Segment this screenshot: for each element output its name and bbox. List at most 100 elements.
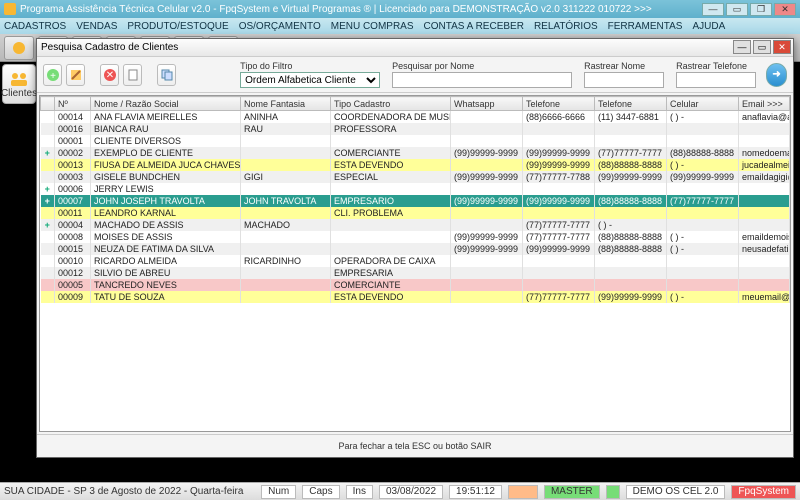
cell: meuemail@email.com.br (739, 291, 790, 303)
dialog-footer: Para fechar a tela ESC ou botão SAIR (37, 434, 793, 457)
cell: ESPECIAL (331, 171, 451, 183)
track-name-label: Rastrear Nome (584, 61, 664, 71)
cell (331, 183, 451, 195)
table-row[interactable]: 00014ANA FLAVIA MEIRELLESANINHACOORDENAD… (41, 111, 790, 123)
cell: (99)99999-9999 (595, 291, 667, 303)
column-header[interactable]: Telefone (523, 97, 595, 111)
cell: GISELE BUNDCHEN (91, 171, 241, 183)
column-header[interactable]: Celular (667, 97, 739, 111)
cell: (99)99999-9999 (451, 147, 523, 159)
table-row[interactable]: +00007JOHN JOSEPH TRAVOLTAJOHN TRAVOLTAE… (41, 195, 790, 207)
menu-item[interactable]: MENU COMPRAS (331, 21, 414, 32)
window-title: Programa Assistência Técnica Celular v2.… (20, 4, 652, 15)
cell (41, 135, 55, 147)
cell: + (41, 219, 55, 231)
cell: (11) 3447-6881 (595, 111, 667, 123)
cell (739, 255, 790, 267)
maximize-button[interactable]: ▭ (726, 3, 748, 16)
column-header[interactable]: Telefone (595, 97, 667, 111)
cell (241, 231, 331, 243)
table-row[interactable]: 00001CLIENTE DIVERSOS (41, 135, 790, 147)
column-header[interactable] (41, 97, 55, 111)
minimize-button[interactable]: — (702, 3, 724, 16)
search-input[interactable] (392, 72, 572, 88)
table-row[interactable]: 00016BIANCA RAURAUPROFESSORA (41, 123, 790, 135)
cell (523, 207, 595, 219)
svg-text:✕: ✕ (105, 70, 113, 81)
toolbar-button-1[interactable] (4, 36, 34, 60)
table-row[interactable]: 00015NEUZA DE FATIMA DA SILVA(99)99999-9… (41, 243, 790, 255)
track-phone-input[interactable] (676, 72, 756, 88)
cell (739, 195, 790, 207)
status-date: 03/08/2022 (379, 485, 443, 499)
cell (451, 279, 523, 291)
dialog-maximize-button[interactable]: ▭ (753, 40, 771, 54)
cell: (99)99999-9999 (451, 195, 523, 207)
column-header[interactable]: Nome / Razão Social (91, 97, 241, 111)
menu-item[interactable]: AJUDA (692, 21, 725, 32)
table-row[interactable]: 00013FIUSA DE ALMEIDA JUCA CHAVESESTA DE… (41, 159, 790, 171)
close-button[interactable]: ✕ (774, 3, 796, 16)
dialog-titlebar: Pesquisa Cadastro de Clientes — ▭ ✕ (37, 39, 793, 57)
menu-item[interactable]: OS/ORÇAMENTO (239, 21, 321, 32)
restore-button[interactable]: ❐ (750, 3, 772, 16)
table-row[interactable]: 00008MOISES DE ASSIS(99)99999-9999(77)77… (41, 231, 790, 243)
menu-item[interactable]: CADASTROS (4, 21, 66, 32)
statusbar: SUA CIDADE - SP 3 de Agosto de 2022 - Qu… (0, 482, 800, 500)
column-header[interactable]: Nº (55, 97, 91, 111)
edit-button[interactable] (66, 64, 85, 86)
cell (739, 207, 790, 219)
cell: 00004 (55, 219, 91, 231)
table-row[interactable]: 00010RICARDO ALMEIDARICARDINHOOPERADORA … (41, 255, 790, 267)
cell: RAU (241, 123, 331, 135)
cell (41, 159, 55, 171)
cell: jucadealmeida@jucadealmeida.com.br (739, 159, 790, 171)
cell (667, 183, 739, 195)
go-button[interactable]: ➜ (766, 63, 787, 87)
cell: (88)88888-8888 (595, 159, 667, 171)
menu-item[interactable]: FERRAMENTAS (608, 21, 683, 32)
cell: 00013 (55, 159, 91, 171)
track-name-input[interactable] (584, 72, 664, 88)
table-row[interactable]: 00009TATU DE SOUZAESTA DEVENDO(77)77777-… (41, 291, 790, 303)
cell: ( ) - (667, 159, 739, 171)
table-row[interactable]: +00006JERRY LEWIS (41, 183, 790, 195)
menu-item[interactable]: VENDAS (76, 21, 117, 32)
menu-item[interactable]: RELATÓRIOS (534, 21, 598, 32)
add-button[interactable]: + (43, 64, 62, 86)
cell: CLI. PROBLEMA (331, 207, 451, 219)
column-header[interactable]: Nome Fantasia (241, 97, 331, 111)
document-button[interactable] (123, 64, 142, 86)
filter-select[interactable]: Ordem Alfabetica Cliente (240, 72, 380, 88)
table-row[interactable]: 00012SILVIO DE ABREUEMPRESARIA (41, 267, 790, 279)
table-row[interactable]: 00011LEANDRO KARNALCLI. PROBLEMA (41, 207, 790, 219)
cell: (88)88888-8888 (595, 243, 667, 255)
cell (241, 279, 331, 291)
cell: BIANCA RAU (91, 123, 241, 135)
table-row[interactable]: +00002EXEMPLO DE CLIENTECOMERCIANTE(99)9… (41, 147, 790, 159)
cell (451, 159, 523, 171)
dialog-toolbar: + ✕ Tipo do Filtro Ordem Alfabetica Clie… (37, 57, 793, 93)
column-header[interactable]: Whatsapp (451, 97, 523, 111)
cell: (77)77777-7777 (667, 195, 739, 207)
cell (451, 267, 523, 279)
table-row[interactable]: 00003GISELE BUNDCHENGIGIESPECIAL(99)9999… (41, 171, 790, 183)
sidebar-tab-clientes[interactable]: Clientes (2, 64, 36, 104)
cell (523, 183, 595, 195)
table-row[interactable]: +00004MACHADO DE ASSISMACHADO(77)77777-7… (41, 219, 790, 231)
dialog-close-button[interactable]: ✕ (773, 40, 791, 54)
column-header[interactable]: Email >>> (739, 97, 790, 111)
delete-button[interactable]: ✕ (100, 64, 119, 86)
cell (451, 183, 523, 195)
menu-item[interactable]: CONTAS A RECEBER (424, 21, 524, 32)
copy-button[interactable] (157, 64, 176, 86)
column-header[interactable]: Tipo Cadastro (331, 97, 451, 111)
cell: 00012 (55, 267, 91, 279)
menu-item[interactable]: PRODUTO/ESTOQUE (127, 21, 228, 32)
cell (331, 243, 451, 255)
dialog-minimize-button[interactable]: — (733, 40, 751, 54)
cell (451, 135, 523, 147)
results-grid[interactable]: NºNome / Razão SocialNome FantasiaTipo C… (39, 95, 791, 432)
dialog-title: Pesquisa Cadastro de Clientes (41, 42, 178, 53)
table-row[interactable]: 00005TANCREDO NEVESCOMERCIANTE (41, 279, 790, 291)
